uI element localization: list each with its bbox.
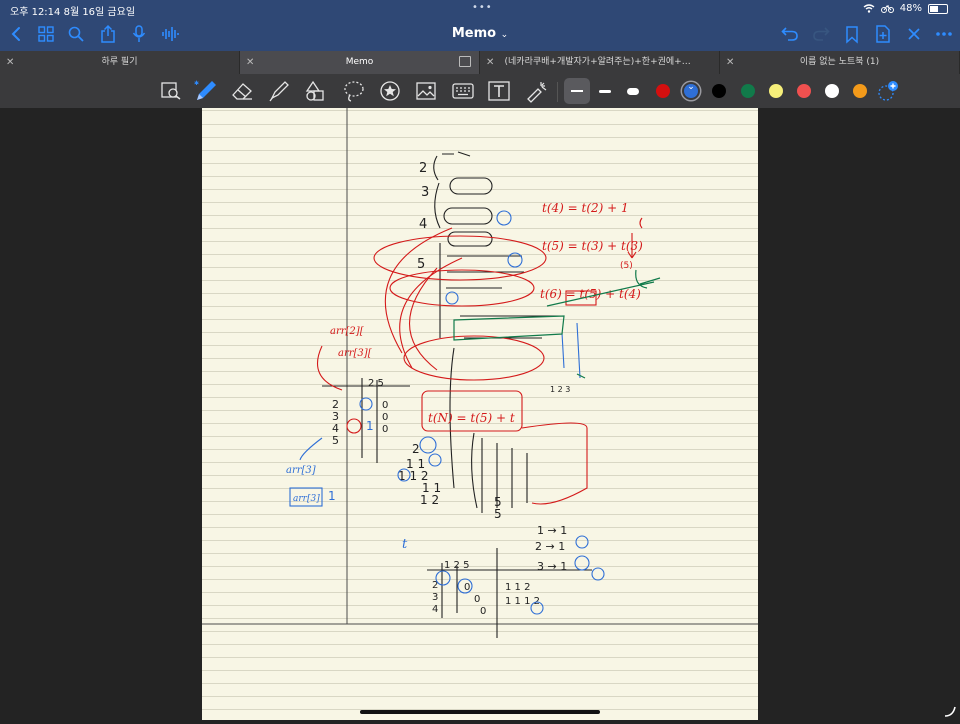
tab-untitled-notebook[interactable]: ✕ 이름 없는 노트북 (1): [720, 51, 960, 74]
battery-icon: [928, 3, 948, 14]
svg-text:2: 2: [419, 161, 427, 176]
svg-text:(5): (5): [620, 261, 633, 271]
color-swatch[interactable]: [768, 84, 783, 98]
document-title[interactable]: Memo: [452, 26, 496, 41]
tab-close-icon[interactable]: ✕: [726, 51, 734, 74]
lasso-icon[interactable]: [342, 79, 366, 103]
color-swatch[interactable]: [740, 84, 755, 98]
note-page[interactable]: 2 3 4 5 2 1 1 1 1 2 1 1 1 2 5 5 2 3 4 5 …: [202, 108, 758, 720]
tab-bar: ✕ 하루 필기 ✕ Memo ✕ (네카라쿠배+개발자가+알려주는)+한+권에+끝내는…: [0, 51, 960, 74]
svg-text:5: 5: [332, 434, 339, 447]
svg-text:1 2: 1 2: [420, 493, 439, 507]
note-t4: t(4) = t(2) + 1: [542, 201, 629, 215]
highlighter-icon[interactable]: [267, 79, 291, 103]
svg-text:4: 4: [432, 604, 438, 615]
svg-text:0: 0: [382, 400, 388, 411]
note-arr2: arr[2][: [330, 326, 364, 337]
add-color-icon[interactable]: [876, 79, 900, 103]
svg-text:5: 5: [417, 257, 425, 272]
textbox-icon[interactable]: [487, 79, 511, 103]
svg-text:1 → 1: 1 → 1: [537, 524, 567, 537]
svg-text:1 2 5: 1 2 5: [444, 560, 469, 571]
svg-text:2 5: 2 5: [368, 378, 384, 389]
more-icon[interactable]: [934, 24, 954, 44]
status-time-date: 오후 12:14 8월 16일 금요일: [10, 7, 136, 18]
svg-text:0: 0: [382, 424, 388, 435]
drawing-toolbar: ✱ ⌄: [0, 74, 960, 108]
bookmark-icon[interactable]: [842, 24, 862, 44]
tab-memo[interactable]: ✕ Memo: [240, 51, 480, 74]
svg-text:✱: ✱: [194, 80, 199, 87]
note-arr-blue: arr[3]: [286, 465, 316, 476]
tab-close-icon[interactable]: ✕: [6, 51, 14, 74]
split-view-icon[interactable]: [459, 56, 471, 67]
svg-text:1 1 2: 1 1 2: [505, 582, 530, 593]
note-t5: t(5) = t(3) + t(3): [542, 239, 643, 253]
svg-text:1: 1: [366, 419, 374, 433]
color-swatch[interactable]: [712, 84, 727, 98]
stroke-thin-button[interactable]: [564, 78, 590, 104]
svg-text:0: 0: [480, 606, 486, 617]
tab-label: Memo: [345, 57, 374, 67]
keyboard-icon[interactable]: [451, 79, 475, 103]
sticker-icon[interactable]: [378, 79, 402, 103]
wifi-icon: [863, 4, 875, 13]
battery-fill: [930, 5, 938, 12]
svg-text:3 → 1: 3 → 1: [537, 560, 567, 573]
svg-text:1: 1: [328, 489, 336, 503]
color-swatch[interactable]: ⌄: [684, 82, 699, 98]
svg-text:5: 5: [494, 507, 502, 521]
navigation-bar: Memo ⌄: [0, 18, 960, 51]
redo-icon[interactable]: [811, 24, 831, 44]
color-swatch[interactable]: [797, 84, 811, 98]
selected-check-icon: ⌄: [687, 82, 695, 92]
note-arr3: arr[3][: [338, 348, 372, 359]
tab-label: 이름 없는 노트북 (1): [799, 57, 880, 67]
undo-icon[interactable]: [780, 24, 800, 44]
home-indicator[interactable]: [360, 710, 600, 714]
svg-text:2: 2: [412, 442, 420, 456]
svg-text:3: 3: [432, 592, 438, 603]
eraser-icon[interactable]: [230, 79, 254, 103]
zoom-icon[interactable]: [159, 79, 183, 103]
resize-handle-icon[interactable]: [943, 703, 957, 717]
laser-pointer-icon[interactable]: [524, 79, 548, 103]
svg-text:3: 3: [421, 185, 429, 200]
shapes-icon[interactable]: [304, 79, 328, 103]
svg-text:4: 4: [419, 217, 427, 232]
note-arr-box: arr[3]: [293, 494, 320, 504]
svg-text:1 1 1 2: 1 1 1 2: [505, 596, 540, 607]
svg-text:2 → 1: 2 → 1: [535, 540, 565, 553]
color-swatch[interactable]: [825, 84, 840, 98]
toolbar-divider: [557, 82, 558, 102]
stroke-thick-button[interactable]: [621, 79, 645, 103]
note-tn: t(N) = t(5) + t: [428, 411, 515, 425]
image-icon[interactable]: [414, 79, 438, 103]
status-bar: 오후 12:14 8월 16일 금요일 ••• 48%: [0, 0, 960, 18]
tab-label: 하루 필기: [101, 57, 138, 67]
bicycle-icon: [880, 5, 894, 13]
svg-text:0: 0: [474, 594, 480, 605]
pen-icon[interactable]: ✱: [194, 79, 218, 103]
tab-close-icon[interactable]: ✕: [486, 51, 494, 74]
black-ink-sketch: 2 3 4 5 2 1 1 1 1 2 1 1 1 2 5 5 2 3 4 5 …: [322, 151, 592, 638]
add-page-icon[interactable]: [873, 24, 893, 44]
sequence-label: 1 2 3: [550, 385, 570, 394]
close-icon[interactable]: [904, 24, 924, 44]
svg-text:0: 0: [382, 412, 388, 423]
battery-percent: 48%: [899, 3, 922, 14]
chevron-down-icon[interactable]: ⌄: [501, 30, 509, 40]
color-swatch[interactable]: [656, 84, 670, 98]
tab-label: (네카라쿠배+개발자가+알려주는)+한+권에+끝내는...: [504, 57, 695, 67]
color-swatch[interactable]: [853, 84, 868, 98]
svg-text:t: t: [402, 537, 408, 552]
note-t6: t(6) = t(5) + t(4): [540, 287, 641, 301]
multitasking-dots[interactable]: •••: [472, 2, 493, 13]
handwriting-layer: 2 3 4 5 2 1 1 1 1 2 1 1 1 2 5 5 2 3 4 5 …: [202, 108, 758, 638]
tab-close-icon[interactable]: ✕: [246, 51, 254, 74]
tab-daily-notes[interactable]: ✕ 하루 필기: [0, 51, 240, 74]
stroke-medium-button[interactable]: [593, 79, 617, 103]
tab-book[interactable]: ✕ (네카라쿠배+개발자가+알려주는)+한+권에+끝내는...: [480, 51, 720, 74]
